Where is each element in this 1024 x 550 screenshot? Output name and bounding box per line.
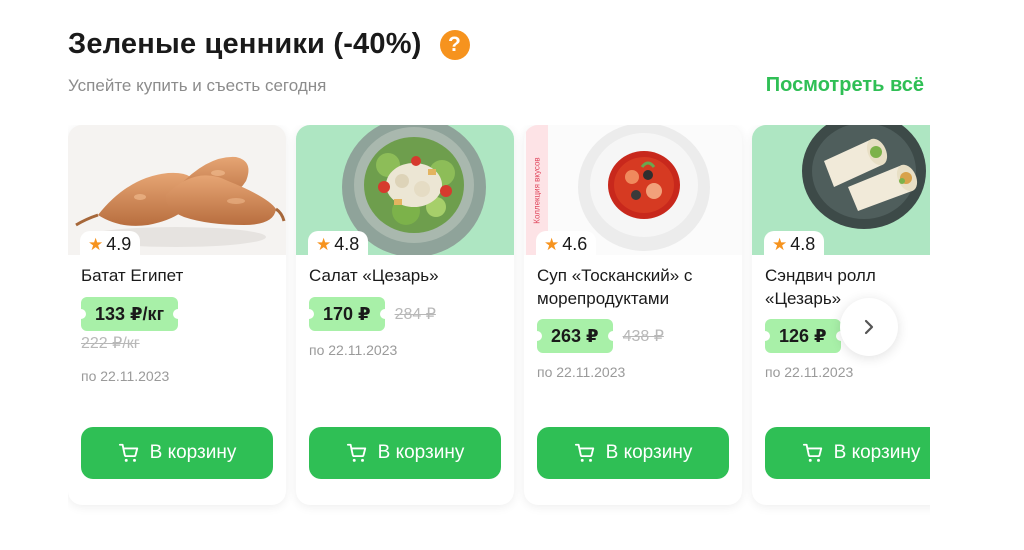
old-price: 438 ₽ — [622, 328, 664, 345]
discount-price: 170 ₽ — [304, 297, 390, 331]
price-row: 170 ₽ 284 ₽ — [304, 297, 436, 331]
product-card[interactable]: ★ 4.9 Батат Египет 133 ₽/кг 222 ₽/кг по … — [68, 125, 286, 505]
discount-price: 263 ₽ — [532, 319, 618, 353]
product-image: ★ 4.8 — [752, 125, 930, 255]
add-to-cart-button[interactable]: В корзину — [309, 427, 501, 479]
price-row: 126 ₽ — [760, 319, 846, 353]
rating-value: 4.6 — [562, 234, 588, 254]
product-name[interactable]: Суп «Тосканский» с морепродуктами — [537, 264, 737, 310]
old-price: 284 ₽ — [394, 306, 436, 323]
discount-price: 126 ₽ — [760, 319, 846, 353]
rating-badge: ★ 4.8 — [764, 231, 825, 255]
add-to-cart-button[interactable]: В корзину — [537, 427, 729, 479]
discount-price: 133 ₽/кг — [75, 297, 184, 331]
price-row: 133 ₽/кг — [75, 297, 184, 331]
section-subtitle: Успейте купить и съесть сегодня — [68, 76, 327, 95]
product-carousel: ★ 4.9 Батат Египет 133 ₽/кг 222 ₽/кг по … — [68, 125, 930, 525]
cart-icon — [346, 443, 366, 462]
product-card[interactable]: ★ 4.8 Сэндвич ролл «Цезарь» 126 ₽ по 22.… — [752, 125, 930, 505]
product-image: ★ 4.9 — [68, 125, 286, 255]
add-to-cart-label: В корзину — [833, 442, 921, 463]
product-card[interactable]: Коллекция вкусов ★ 4.6 Суп «Тосканский» … — [524, 125, 742, 505]
chevron-right-icon — [864, 319, 874, 335]
rating-value: 4.9 — [106, 234, 132, 254]
product-name[interactable]: Салат «Цезарь» — [309, 264, 509, 287]
rating-value: 4.8 — [790, 234, 816, 254]
offer-until: по 22.11.2023 — [537, 364, 626, 380]
section-title-text: Зеленые ценники (-40%) — [68, 28, 422, 60]
add-to-cart-button[interactable]: В корзину — [81, 427, 273, 479]
offer-until: по 22.11.2023 — [765, 364, 854, 380]
carousel-next-button[interactable] — [840, 298, 898, 356]
add-to-cart-button[interactable]: В корзину — [765, 427, 930, 479]
product-card[interactable]: ★ 4.8 Салат «Цезарь» 170 ₽ 284 ₽ по 22.1… — [296, 125, 514, 505]
rating-badge: ★ 4.8 — [308, 231, 369, 255]
cart-icon — [118, 443, 138, 462]
add-to-cart-label: В корзину — [149, 442, 237, 463]
rating-value: 4.8 — [334, 234, 360, 254]
cart-icon — [802, 443, 822, 462]
star-icon: ★ — [88, 235, 104, 254]
collection-ribbon-label: Коллекция вкусов — [532, 156, 542, 224]
product-name[interactable]: Батат Египет — [81, 264, 281, 287]
offer-until: по 22.11.2023 — [309, 342, 398, 358]
star-icon: ★ — [544, 235, 560, 254]
question-icon[interactable]: ? — [439, 29, 470, 60]
rating-badge: ★ 4.6 — [536, 231, 597, 255]
star-icon: ★ — [772, 235, 788, 254]
cart-icon — [574, 443, 594, 462]
product-image: ★ 4.8 — [296, 125, 514, 255]
see-all-link[interactable]: Посмотреть всё — [766, 74, 924, 97]
add-to-cart-label: В корзину — [605, 442, 693, 463]
old-price: 222 ₽/кг — [81, 335, 140, 352]
price-row: 263 ₽ 438 ₽ — [532, 319, 664, 353]
offer-until: по 22.11.2023 — [81, 368, 170, 384]
star-icon: ★ — [316, 235, 332, 254]
section-title: Зеленые ценники (-40%) ? — [68, 28, 470, 61]
rating-badge: ★ 4.9 — [80, 231, 141, 255]
product-image: Коллекция вкусов ★ 4.6 — [524, 125, 742, 255]
add-to-cart-label: В корзину — [377, 442, 465, 463]
